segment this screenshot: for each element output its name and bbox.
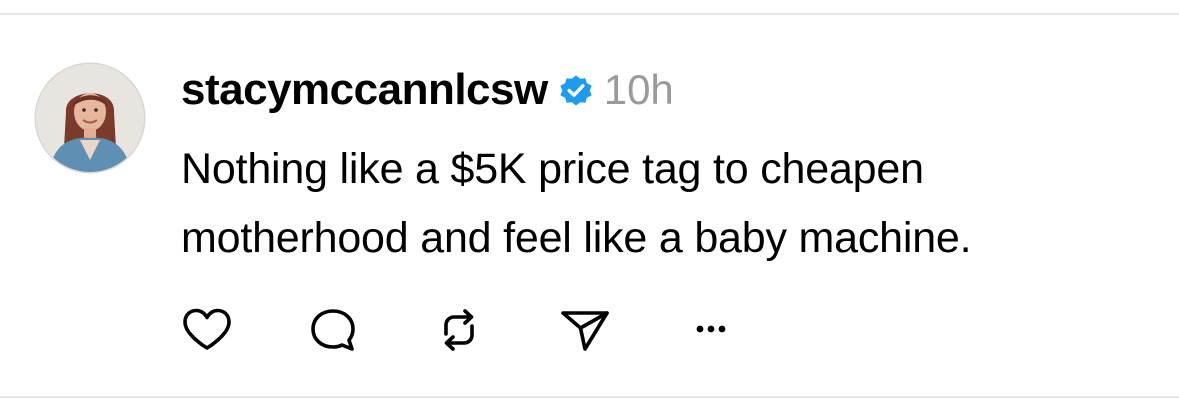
comment-bubble-icon: [311, 309, 355, 351]
post-text-line: Nothing like a $5K price tag to cheapen: [181, 145, 924, 193]
post-header: stacymccannlcsw 10h: [181, 62, 674, 118]
share-button[interactable]: [559, 306, 611, 354]
send-paper-plane-icon: [561, 311, 609, 351]
more-options-button[interactable]: [685, 306, 737, 354]
heart-icon: [183, 308, 231, 350]
verified-badge-icon: [558, 72, 594, 108]
username[interactable]: stacymccannlcsw: [181, 65, 548, 115]
repost-button[interactable]: [433, 306, 485, 354]
more-dots-icon: [696, 325, 726, 333]
avatar-image: [36, 64, 144, 172]
top-divider: [0, 13, 1179, 15]
bottom-divider: [0, 396, 1179, 398]
avatar[interactable]: [36, 64, 144, 172]
post-text-line: motherhood and feel like a baby machine.: [181, 214, 972, 262]
timestamp: 10h: [603, 66, 674, 113]
reply-button[interactable]: [307, 306, 359, 354]
post-text: Nothing like a $5K price tag to cheapen …: [181, 135, 1161, 273]
repost-arrows-icon: [444, 309, 474, 351]
like-button[interactable]: [181, 306, 233, 354]
